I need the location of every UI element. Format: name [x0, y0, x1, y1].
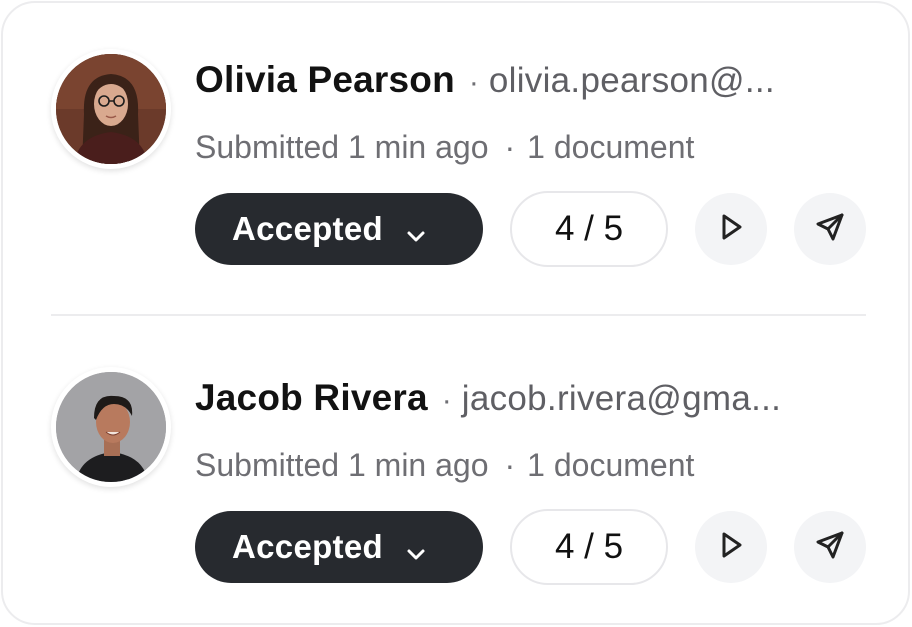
submitter-email[interactable]: jacob.rivera@gma... [462, 379, 781, 418]
submissions-card: Olivia Pearson · olivia.pearson@... Submit… [1, 1, 910, 625]
play-button[interactable] [695, 511, 767, 583]
submitter-name: Jacob Rivera [195, 377, 428, 418]
document-count[interactable]: 1 document [527, 447, 694, 483]
avatar [51, 49, 171, 169]
send-icon [814, 211, 846, 248]
name-email-line: Jacob Rivera · jacob.rivera@gma... [195, 375, 865, 421]
status-label: Accepted [232, 210, 383, 247]
submission-item: Olivia Pearson · olivia.pearson@... Submit… [3, 49, 908, 289]
score-value: 4 / 5 [554, 527, 624, 566]
submitted-time: Submitted 1 min ago [195, 129, 489, 165]
send-icon [814, 529, 846, 566]
avatar [51, 367, 171, 487]
chevron-down-icon [405, 218, 427, 242]
separator-dot: · [468, 66, 479, 99]
score-value: 4 / 5 [554, 209, 624, 248]
status-dropdown-button[interactable]: Accepted [195, 193, 483, 265]
score-pill[interactable]: 4 / 5 [510, 509, 668, 585]
play-icon [716, 212, 746, 247]
status-dropdown-button[interactable]: Accepted [195, 511, 483, 583]
score-pill[interactable]: 4 / 5 [510, 191, 668, 267]
status-label: Accepted [232, 528, 383, 565]
play-button[interactable] [695, 193, 767, 265]
document-count[interactable]: 1 document [527, 129, 694, 165]
submitted-time: Submitted 1 min ago [195, 447, 489, 483]
submitter-name: Olivia Pearson [195, 59, 455, 100]
play-icon [716, 530, 746, 565]
separator-dot: · [441, 384, 452, 417]
submission-meta: Submitted 1 min ago · 1 document [195, 127, 694, 167]
separator-dot: · [504, 129, 516, 165]
divider [51, 314, 866, 316]
send-button[interactable] [794, 193, 866, 265]
submission-meta: Submitted 1 min ago · 1 document [195, 445, 694, 485]
chevron-down-icon [405, 536, 427, 560]
send-button[interactable] [794, 511, 866, 583]
submission-item: Jacob Rivera · jacob.rivera@gma... Submitt… [3, 367, 908, 607]
name-email-line: Olivia Pearson · olivia.pearson@... [195, 57, 865, 103]
separator-dot: · [504, 447, 516, 483]
submitter-email[interactable]: olivia.pearson@... [489, 61, 775, 100]
